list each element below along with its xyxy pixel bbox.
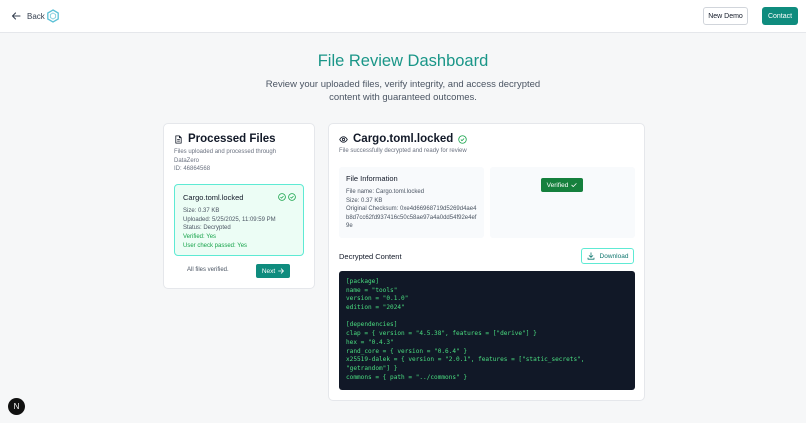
file-item-status-icons: [278, 193, 296, 201]
next-label: Next: [261, 267, 276, 275]
code-line: version = "0.1.0": [346, 295, 409, 303]
brand-logo-icon[interactable]: [46, 9, 60, 23]
file-information-details: File name: Cargo.toml.locked Size: 0.37 …: [346, 188, 479, 231]
eye-icon: [339, 135, 348, 143]
decrypted-code-block: [package] name = "tools" version = "0.1.…: [339, 271, 635, 390]
file-item-verified: Verified: Yes: [183, 234, 217, 241]
code-line: edition = "2024": [346, 304, 405, 312]
contact-button[interactable]: Contact: [762, 7, 798, 25]
file-information-title: File Information: [346, 174, 398, 183]
code-line: clap = { version = "4.5.38", features = …: [346, 330, 537, 338]
verification-panel: Verified: [490, 167, 635, 238]
arrow-right-icon: [278, 268, 285, 274]
info-size: Size: 0.37 KB: [346, 197, 383, 204]
check-circle-icon: [288, 193, 296, 201]
file-list-item[interactable]: Cargo.toml.locked Size: 0.37 KB Uploaded…: [174, 184, 304, 256]
back-label: Back: [27, 11, 45, 21]
file-item-user-check: User check passed: Yes: [183, 242, 248, 249]
processed-files-heading: Processed Files: [174, 133, 276, 145]
code-line: rand_core = { version = "0.6.4" }: [346, 347, 468, 355]
all-verified-text: All files verified.: [187, 267, 229, 273]
code-line: name = "tools": [346, 286, 398, 294]
arrow-left-icon: [11, 12, 21, 20]
file-item-size: Size: 0.37 KB: [183, 208, 220, 214]
code-line: commons = { path = "../commons" }: [346, 373, 468, 381]
download-label: Download: [599, 252, 629, 260]
top-header: Back New Demo Contact: [0, 0, 806, 33]
code-line: x25519-dalek = { version = "2.0.1", feat…: [346, 356, 585, 364]
file-detail-card: Cargo.toml.locked File successfully decr…: [328, 123, 645, 401]
file-item-details: Size: 0.37 KB Uploaded: 5/25/2025, 11:09…: [183, 207, 276, 251]
info-file-name: File name: Cargo.toml.locked: [346, 189, 425, 195]
page-subtitle: Review your uploaded files, verify integ…: [265, 79, 541, 103]
code-line: hex = "0.4.3": [346, 338, 394, 346]
processed-files-description: Files uploaded and processed through Dat…: [174, 148, 299, 174]
check-icon: [571, 183, 577, 187]
file-information-panel: File Information File name: Cargo.toml.l…: [339, 167, 484, 238]
processed-description-text: Files uploaded and processed through Dat…: [174, 149, 277, 164]
file-item-name: Cargo.toml.locked: [183, 193, 244, 202]
file-detail-description: File successfully decrypted and ready fo…: [339, 148, 467, 154]
new-demo-button[interactable]: New Demo: [703, 7, 748, 25]
file-detail-title: Cargo.toml.locked: [353, 133, 454, 145]
code-line: "getrandom"] }: [346, 364, 398, 372]
avatar[interactable]: N: [8, 398, 25, 415]
processed-id: ID: 46864568: [174, 166, 211, 172]
back-button[interactable]: Back: [11, 9, 45, 23]
check-circle-icon: [458, 134, 468, 144]
file-item-status: Status: Decrypted: [183, 225, 231, 232]
page-title: File Review Dashboard: [317, 52, 489, 70]
download-icon: [587, 252, 594, 260]
check-circle-icon: [278, 193, 286, 201]
verified-badge: Verified: [541, 178, 583, 192]
decrypted-content-label: Decrypted Content: [339, 252, 402, 261]
download-button[interactable]: Download: [581, 248, 634, 264]
processed-files-title: Processed Files: [188, 133, 276, 145]
document-icon: [175, 134, 182, 144]
code-line: [dependencies]: [346, 321, 398, 329]
info-checksum: Original Checksum: 0xe4d66968719d5269d4a…: [346, 206, 477, 229]
code-line: [package]: [346, 278, 380, 285]
file-item-uploaded: Uploaded: 5/25/2025, 11:09:59 PM: [183, 216, 276, 223]
file-detail-heading: Cargo.toml.locked: [339, 133, 468, 145]
verified-label: Verified: [546, 181, 569, 189]
processed-files-card: Processed Files Files uploaded and proce…: [163, 123, 315, 289]
next-button[interactable]: Next: [256, 264, 290, 278]
